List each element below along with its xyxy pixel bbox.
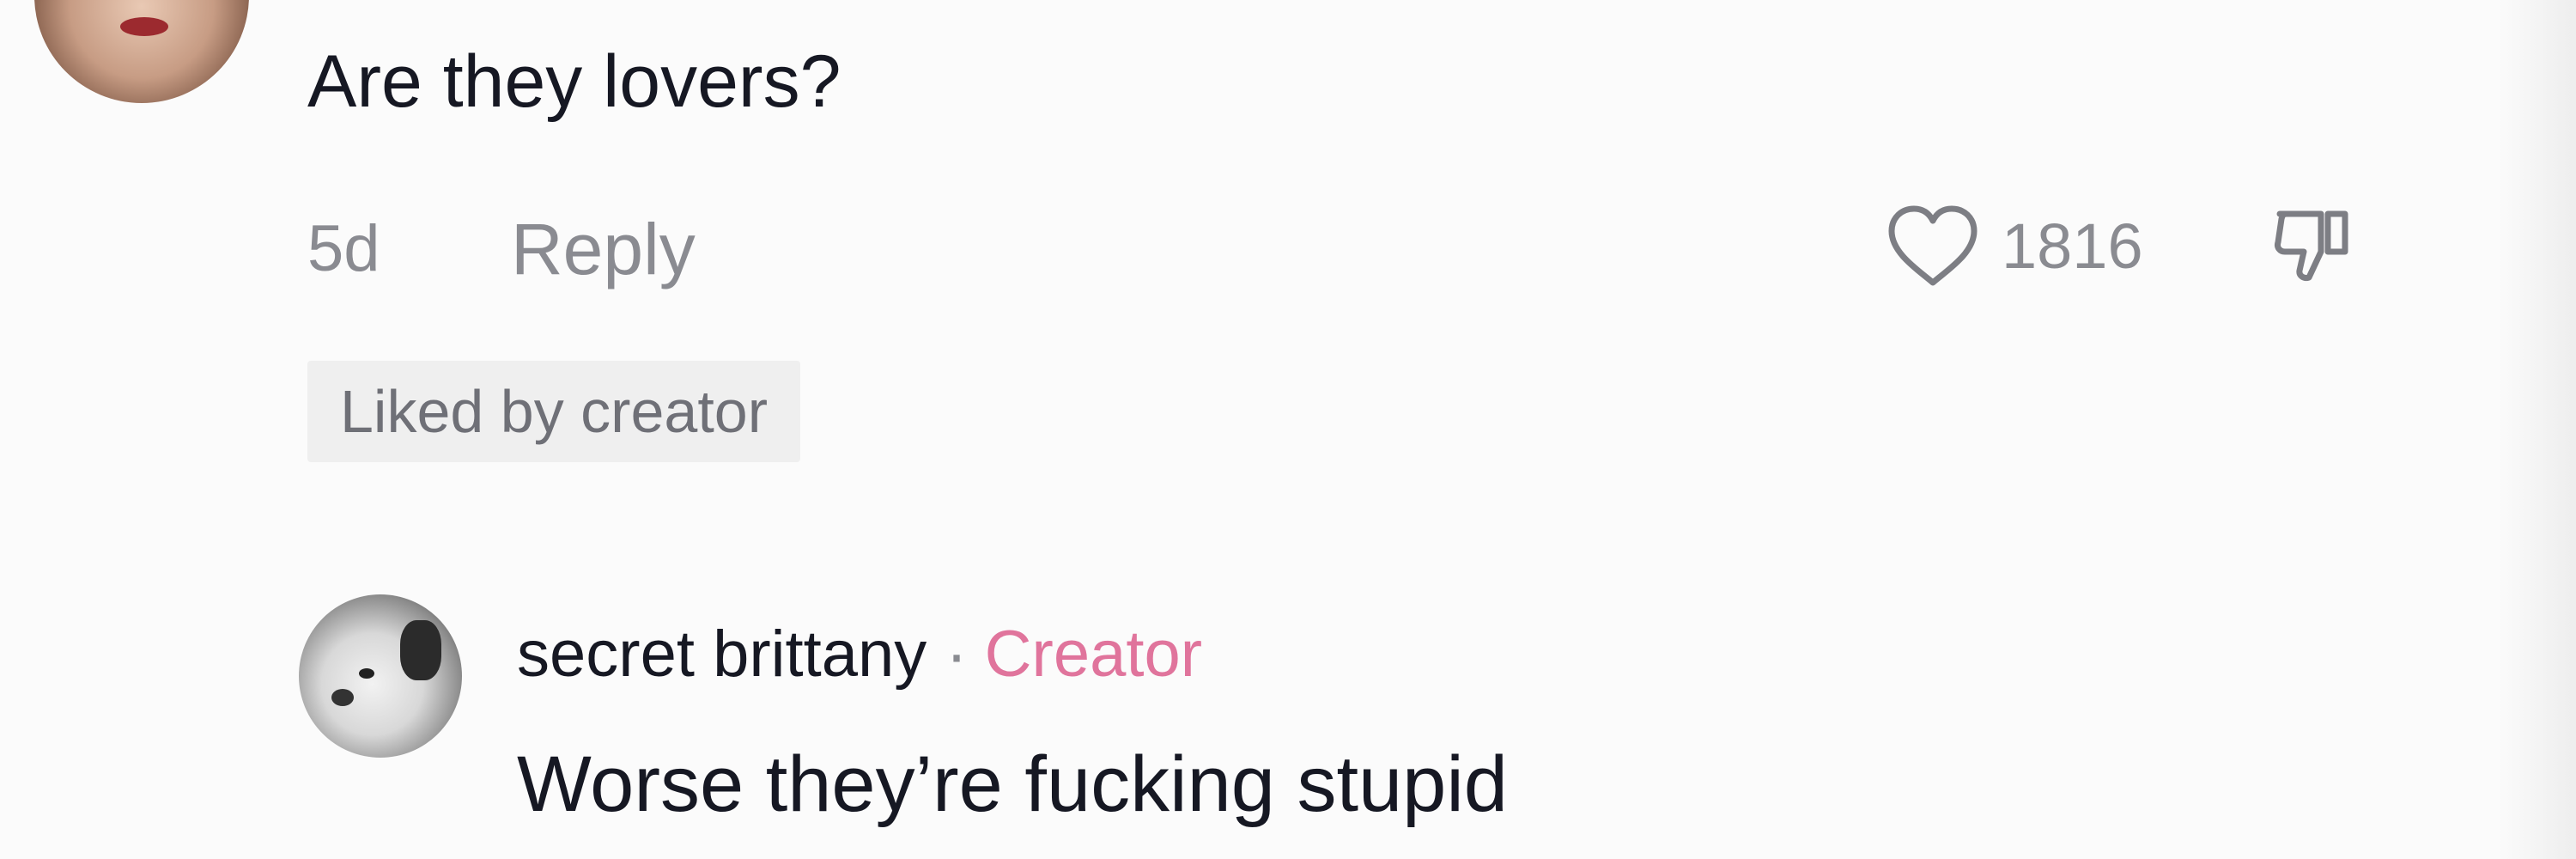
separator-dot: · (945, 618, 968, 691)
thumbs-down-icon[interactable] (2271, 202, 2354, 288)
comment-text: Are they lovers? (307, 40, 841, 123)
reply-header: secret brittany · Creator (517, 612, 1202, 698)
comment-timestamp: 5d (307, 212, 380, 285)
avatar-detail (331, 689, 354, 706)
avatar-detail (359, 668, 374, 679)
creator-badge: Creator (984, 618, 1203, 691)
like-count: 1816 (2002, 210, 2143, 282)
comment-thread: Are they lovers? 5d Reply 1816 Liked by … (0, 0, 2576, 859)
avatar-detail (120, 17, 168, 36)
reply-author-avatar[interactable] (299, 594, 462, 758)
liked-by-creator-badge: Liked by creator (307, 361, 801, 462)
commenter-avatar[interactable] (34, 0, 249, 103)
like-button[interactable]: 1816 (1885, 199, 2143, 294)
edge-shadow (2499, 0, 2576, 859)
reply-button[interactable]: Reply (511, 206, 696, 292)
avatar-detail (400, 620, 441, 680)
heart-outline-icon (1888, 205, 1978, 286)
reply-text: Worse they’re fucking stupid (517, 740, 1508, 828)
reply-username[interactable]: secret brittany (517, 618, 927, 691)
